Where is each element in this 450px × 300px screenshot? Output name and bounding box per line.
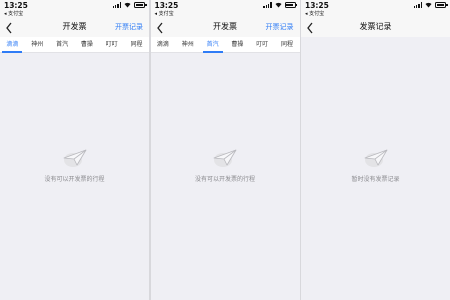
- signal-icon: [263, 2, 272, 8]
- back-to-app-link[interactable]: ◂ 支付宝: [305, 10, 324, 17]
- tab-dingding[interactable]: 叮叮: [254, 37, 270, 53]
- back-to-app-link[interactable]: ◂ 支付宝: [4, 10, 23, 17]
- empty-state: 没有可以开发票的行程: [0, 148, 149, 183]
- tab-dingding[interactable]: 叮叮: [104, 37, 120, 53]
- system-icons: [413, 2, 448, 8]
- status-bar: 13:25 ◂ 支付宝: [150, 0, 300, 19]
- signal-icon: [413, 2, 422, 8]
- screens-container: 13:25 ◂ 支付宝 开发票 开票记录 滴滴 神州 首汽 曹操 叮叮 同程 没…: [0, 0, 450, 300]
- empty-state: 暂时没有发票记录: [301, 148, 450, 183]
- invoice-records-link[interactable]: 开票记录: [266, 22, 294, 32]
- nav-bar: 开发票 开票记录: [0, 19, 149, 37]
- tab-shenzhou[interactable]: 神州: [29, 37, 45, 53]
- back-to-app-link[interactable]: ◂ 支付宝: [155, 10, 174, 17]
- system-icons: [263, 2, 297, 8]
- nav-bar: 开发票 开票记录: [150, 19, 300, 37]
- wifi-icon: [425, 2, 432, 8]
- screen-invoice-1: 13:25 ◂ 支付宝 开发票 开票记录 滴滴 神州 首汽 曹操 叮叮 同程 没…: [0, 0, 149, 300]
- screen-invoice-records: 13:25 ◂ 支付宝 发票记录 暂时没有发票记录: [301, 0, 450, 300]
- battery-icon: [435, 2, 448, 8]
- provider-tabs: 滴滴 神州 首汽 曹操 叮叮 同程: [0, 37, 149, 53]
- paper-plane-icon: [213, 149, 237, 167]
- invoice-records-link[interactable]: 开票记录: [115, 22, 143, 32]
- provider-tabs: 滴滴 神州 首汽 曹操 叮叮 同程: [150, 37, 300, 53]
- paper-plane-icon: [364, 149, 387, 167]
- screen-invoice-2: 13:25 ◂ 支付宝 开发票 开票记录 滴滴 神州 首汽 曹操 叮叮 同程 没…: [150, 0, 300, 300]
- empty-state: 没有可以开发票的行程: [151, 148, 300, 183]
- empty-message: 暂时没有发票记录: [351, 176, 400, 183]
- empty-message: 没有可以开发票的行程: [44, 176, 105, 183]
- tab-caocao[interactable]: 曹操: [79, 37, 95, 53]
- tab-didi[interactable]: 滴滴: [2, 37, 23, 53]
- tab-shenzhou[interactable]: 神州: [180, 37, 196, 53]
- wifi-icon: [275, 2, 281, 8]
- status-time: 13:25: [154, 1, 179, 10]
- tab-caocao[interactable]: 曹操: [229, 37, 245, 53]
- wifi-icon: [124, 2, 131, 8]
- tab-tongcheng[interactable]: 同程: [129, 37, 145, 53]
- status-time: 13:25: [305, 1, 329, 10]
- paper-plane-icon: [63, 149, 86, 167]
- tab-shouqi[interactable]: 首汽: [202, 37, 223, 53]
- battery-icon: [284, 2, 297, 8]
- battery-icon: [134, 2, 147, 8]
- status-time: 13:25: [4, 1, 28, 10]
- tab-tongcheng[interactable]: 同程: [279, 37, 295, 53]
- status-bar: 13:25 ◂ 支付宝: [0, 0, 149, 19]
- status-bar: 13:25 ◂ 支付宝: [301, 0, 450, 19]
- page-title: 发票记录: [359, 22, 392, 31]
- tab-didi[interactable]: 滴滴: [155, 37, 171, 53]
- signal-icon: [112, 2, 121, 8]
- tab-shouqi[interactable]: 首汽: [54, 37, 70, 53]
- empty-message: 没有可以开发票的行程: [194, 176, 255, 183]
- system-icons: [112, 2, 147, 8]
- nav-bar: 发票记录: [301, 19, 450, 37]
